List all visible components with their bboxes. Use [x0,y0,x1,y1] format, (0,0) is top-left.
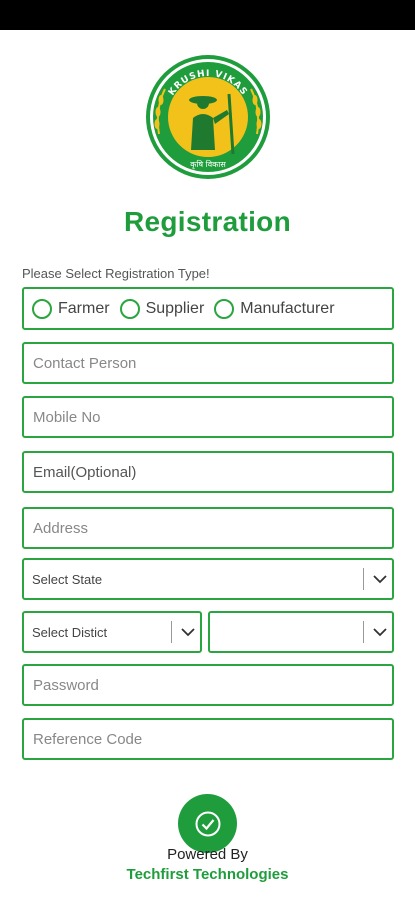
radio-circle-icon[interactable] [32,298,52,319]
reference-code-field [22,718,394,760]
check-circle-icon [195,811,220,836]
krushi-vikas-logo: KRUSHI VIKAS कृषि विकास [146,55,270,179]
radio-label-farmer: Farmer [58,299,110,317]
state-select[interactable]: Select State [22,558,394,600]
status-bar [0,0,415,30]
divider [171,621,172,643]
email-field [22,451,394,493]
company-name: Techfirst Technologies [126,866,289,883]
radio-farmer[interactable]: Farmer [32,298,110,319]
page-title: Registration [124,206,291,237]
registration-type-group: Farmer Supplier Manufacturer [22,287,394,330]
radio-manufacturer[interactable]: Manufacturer [214,298,335,319]
state-select-value: Select State [32,571,103,587]
chevron-down-icon[interactable] [176,620,200,644]
radio-circle-icon[interactable] [119,298,140,319]
password-field [22,664,394,706]
chevron-down-icon[interactable] [368,567,392,591]
divider [363,568,364,590]
contact-person-field [22,342,394,384]
chevron-down-icon[interactable] [368,620,392,644]
contact-person-input[interactable] [33,344,392,382]
address-field [22,507,394,549]
radio-supplier[interactable]: Supplier [119,298,205,319]
address-input[interactable] [33,509,392,547]
mobile-no-field [22,396,394,438]
divider [363,621,364,643]
email-input[interactable] [33,453,392,491]
reference-code-input[interactable] [33,720,392,758]
registration-type-label: Please Select Registration Type! [22,266,210,281]
radio-label-supplier: Supplier [145,299,205,317]
submit-button[interactable] [178,794,237,853]
svg-text:कृषि विकास: कृषि विकास [190,159,226,170]
powered-by-label: Powered By [167,846,248,863]
taluka-select[interactable] [208,611,394,653]
password-input[interactable] [33,666,392,704]
radio-circle-icon[interactable] [214,298,235,319]
district-select-value: Select Distict [32,624,108,640]
mobile-no-input[interactable] [33,398,392,436]
district-select[interactable]: Select Distict [22,611,202,653]
radio-label-manufacturer: Manufacturer [240,299,335,317]
